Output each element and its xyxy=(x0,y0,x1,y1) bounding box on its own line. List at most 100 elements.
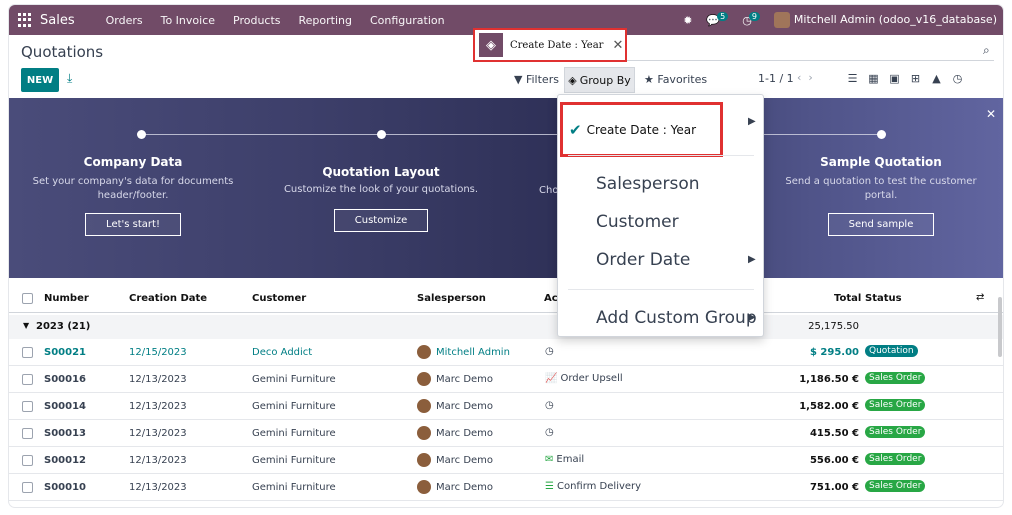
activities-icon[interactable]: ◷9 xyxy=(742,11,760,27)
activity-cell[interactable]: ✉ Email xyxy=(545,454,584,465)
salesperson-name: Marc Demo xyxy=(436,482,494,493)
row-checkbox[interactable] xyxy=(22,347,33,358)
groupby-option-salesperson[interactable]: Salesperson xyxy=(596,174,700,194)
email-icon[interactable]: ✉ xyxy=(545,454,553,465)
select-all-checkbox[interactable] xyxy=(22,293,33,304)
chart-icon[interactable]: 📈 xyxy=(545,373,557,384)
menu-orders[interactable]: Orders xyxy=(97,14,152,27)
clock-icon[interactable]: ◷ xyxy=(545,427,554,438)
table-row[interactable]: S00016 12/13/2023 Gemini Furniture Marc Dem… xyxy=(9,366,1003,393)
clock-icon[interactable]: ◷ xyxy=(545,400,554,411)
activity-label: Order Upsell xyxy=(560,373,623,384)
activity-cell[interactable]: ◷ xyxy=(545,427,557,438)
order-number[interactable]: S00013 xyxy=(44,428,86,439)
caret-right-icon[interactable]: ▶ xyxy=(748,254,756,265)
customer-name: Gemini Furniture xyxy=(252,428,336,439)
menu-configuration[interactable]: Configuration xyxy=(361,14,454,27)
groupby-option-order-date[interactable]: Order Date xyxy=(596,250,690,270)
chevron-right-icon[interactable]: › xyxy=(808,71,819,84)
order-number[interactable]: S00016 xyxy=(44,374,86,385)
user-menu[interactable]: Mitchell Admin (odoo_v16_database) xyxy=(773,12,997,28)
pivot-view-icon[interactable]: ⊞ xyxy=(910,72,921,85)
add-custom-group[interactable]: Add Custom Group xyxy=(596,308,757,328)
filters-button[interactable]: ▼ Filters xyxy=(514,73,559,86)
activity-cell[interactable]: ◷ xyxy=(545,400,557,411)
chevron-left-icon[interactable]: ‹ xyxy=(797,71,808,84)
onboarding-banner: ✕ Company Data Set your company's data f… xyxy=(9,98,1003,278)
apps-menu-icon[interactable] xyxy=(18,13,32,27)
row-checkbox[interactable] xyxy=(22,455,33,466)
order-total: 1,186.50 € xyxy=(799,374,859,385)
col-number[interactable]: Number xyxy=(44,293,89,304)
col-salesperson[interactable]: Salesperson xyxy=(417,293,486,304)
col-creation-date[interactable]: Creation Date xyxy=(129,293,207,304)
order-number[interactable]: S00010 xyxy=(44,482,86,493)
order-number[interactable]: S00021 xyxy=(44,347,86,358)
activity-cell[interactable]: 📈 Order Upsell xyxy=(545,373,623,384)
table-row[interactable]: S00021 12/15/2023 Deco Addict Mitchell Admi… xyxy=(9,339,1003,366)
menu-to-invoice[interactable]: To Invoice xyxy=(152,14,224,27)
col-customer[interactable]: Customer xyxy=(252,293,306,304)
delivery-icon[interactable]: ☰ xyxy=(545,481,554,492)
download-icon[interactable]: ⤓ xyxy=(67,71,72,86)
activity-view-icon[interactable]: ◷ xyxy=(952,72,963,85)
send-sample-button[interactable]: Send sample xyxy=(827,213,935,236)
caret-right-icon[interactable]: ▶ xyxy=(748,312,756,323)
row-checkbox[interactable] xyxy=(22,482,33,493)
col-status[interactable]: Status xyxy=(865,293,902,304)
facet-label: Create Date : Year xyxy=(510,39,604,51)
status-badge: Sales Order xyxy=(865,399,926,411)
new-button[interactable]: NEW xyxy=(21,68,59,92)
groupby-option-label: Create Date : Year xyxy=(586,122,697,137)
list-view-icon[interactable]: ☰ xyxy=(847,72,858,85)
debug-bug-icon[interactable]: ✹ xyxy=(683,14,692,27)
layers-icon: ◈ xyxy=(568,73,577,87)
order-number[interactable]: S00012 xyxy=(44,455,86,466)
menu-products[interactable]: Products xyxy=(224,14,290,27)
order-number[interactable]: S00014 xyxy=(44,401,86,412)
page-title[interactable]: Quotations xyxy=(21,43,103,61)
clock-icon[interactable]: ◷ xyxy=(545,346,554,357)
activity-cell[interactable]: ◷ xyxy=(545,346,557,357)
lets-start-button[interactable]: Let's start! xyxy=(85,213,181,236)
group-row[interactable]: ▼ 2023 (21) 25,175.50 xyxy=(9,315,1003,339)
scrollbar[interactable] xyxy=(998,297,1002,357)
row-checkbox[interactable] xyxy=(22,428,33,439)
table-row[interactable]: S00014 12/13/2023 Gemini Furniture Marc Dem… xyxy=(9,393,1003,420)
close-icon[interactable]: ✕ xyxy=(986,107,996,121)
graph-view-icon[interactable]: ▲ xyxy=(931,72,942,85)
groupby-option-create-date-year[interactable]: ✔ Create Date : Year xyxy=(560,102,723,157)
divider xyxy=(568,289,754,290)
customize-button[interactable]: Customize xyxy=(333,209,429,232)
avatar xyxy=(417,426,431,440)
close-icon[interactable]: ✕ xyxy=(612,38,623,53)
filter-icon: ▼ xyxy=(514,73,523,86)
creation-date: 12/15/2023 xyxy=(129,347,187,358)
row-checkbox[interactable] xyxy=(22,374,33,385)
step-desc: Send a quotation to test the customer po… xyxy=(785,176,977,201)
table-row[interactable]: S00013 12/13/2023 Gemini Furniture Marc Dem… xyxy=(9,420,1003,447)
col-total[interactable]: Total xyxy=(834,293,861,304)
row-checkbox[interactable] xyxy=(22,401,33,412)
table-row[interactable]: S00012 12/13/2023 Gemini Furniture Marc Dem… xyxy=(9,447,1003,474)
kanban-view-icon[interactable]: ▦ xyxy=(868,72,879,85)
table-row[interactable]: S00010 12/13/2023 Gemini Furniture Marc Dem… xyxy=(9,474,1003,501)
groupby-dropdown: ✔ Create Date : Year ▶ Salesperson Custo… xyxy=(557,94,764,337)
search-facet[interactable]: ◈ Create Date : Year ✕ xyxy=(473,28,627,62)
avatar xyxy=(417,345,431,359)
calendar-view-icon[interactable]: ▣ xyxy=(889,72,900,85)
messages-icon[interactable]: 💬5 xyxy=(706,11,729,27)
caret-right-icon[interactable]: ▶ xyxy=(748,116,756,127)
activity-cell[interactable]: ☰ Confirm Delivery xyxy=(545,481,641,492)
menu-reporting[interactable]: Reporting xyxy=(290,14,361,27)
favorites-button[interactable]: ★ Favorites xyxy=(644,73,707,86)
optional-columns-icon[interactable]: ⇄ xyxy=(976,292,984,303)
search-icon[interactable]: ⌕ xyxy=(983,43,990,58)
step-title: Sample Quotation xyxy=(820,155,942,169)
groupby-option-customer[interactable]: Customer xyxy=(596,212,679,232)
groupby-button[interactable]: ◈ Group By xyxy=(564,67,635,93)
customer-name: Gemini Furniture xyxy=(252,401,336,412)
creation-date: 12/13/2023 xyxy=(129,401,187,412)
pager-value[interactable]: 1-1 / 1 xyxy=(758,72,794,85)
app-brand[interactable]: Sales xyxy=(40,13,75,28)
